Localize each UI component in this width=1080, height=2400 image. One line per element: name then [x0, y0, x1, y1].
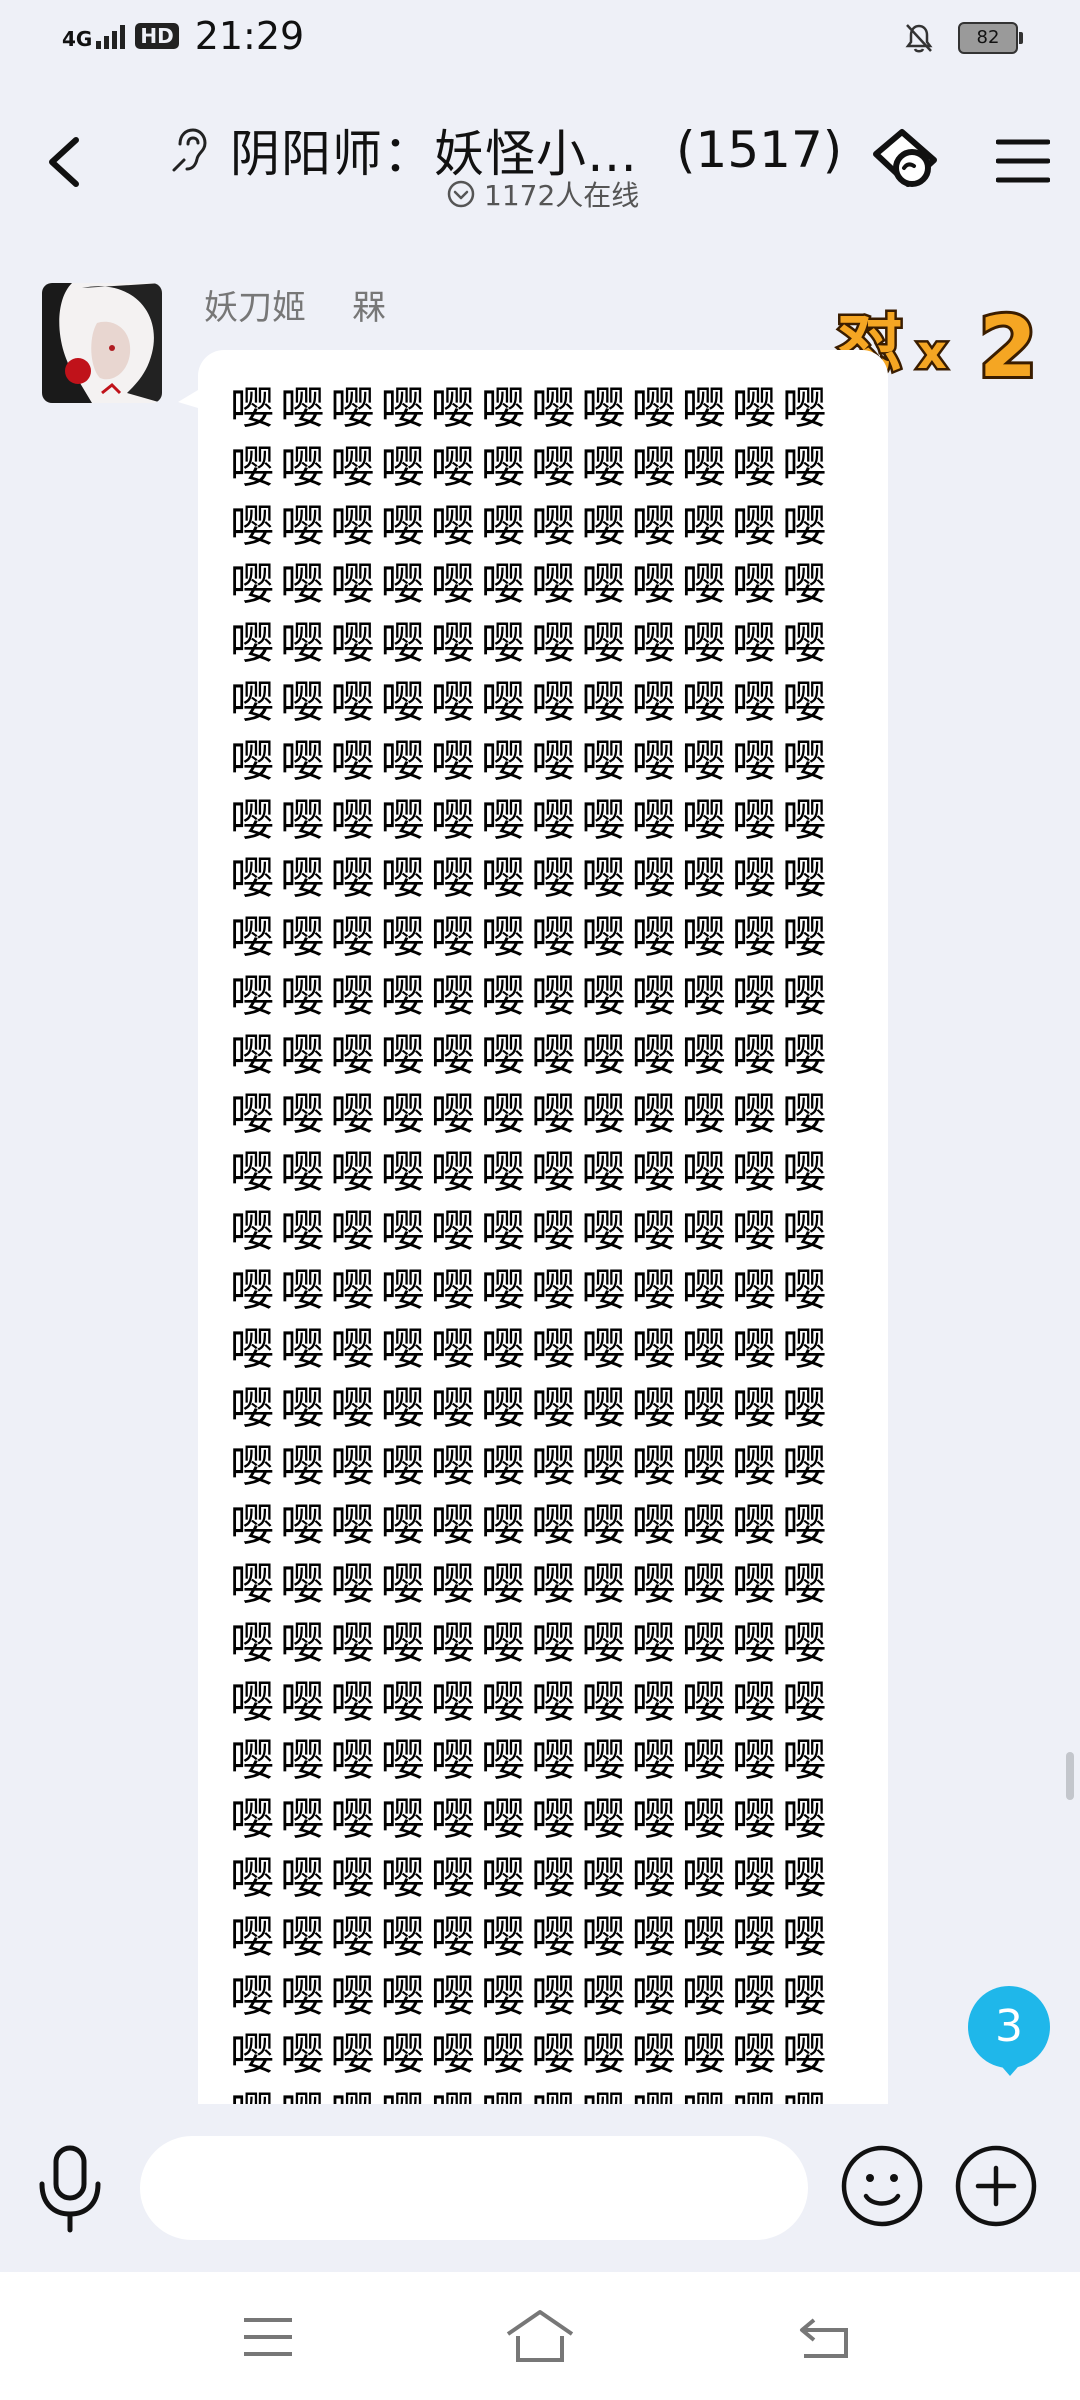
online-count: 1172人在线 — [484, 179, 640, 212]
bell-off-icon — [905, 24, 933, 53]
ear-icon — [172, 128, 207, 172]
online-status: 1172人在线 — [446, 174, 639, 214]
sender-info: 妖刀姬 槑 — [204, 280, 386, 329]
network-type: 4G — [62, 27, 93, 51]
mic-icon[interactable] — [34, 2144, 106, 2234]
nav-home-icon[interactable] — [504, 2306, 576, 2366]
back-icon[interactable] — [40, 132, 90, 192]
avatar-image — [42, 283, 162, 403]
chat-header: 阴阳师：妖怪小… (1517) 1172人在线 — [0, 84, 1080, 234]
input-bar — [0, 2104, 1080, 2274]
add-icon[interactable] — [954, 2144, 1038, 2228]
emoji-icon[interactable] — [840, 2144, 924, 2228]
badge-x: x — [917, 325, 947, 379]
status-bar: 4G HD 21:29 82 — [0, 0, 1080, 84]
message-bubble[interactable]: 嘤嘤嘤嘤嘤嘤嘤嘤嘤嘤嘤嘤嘤嘤嘤嘤嘤嘤嘤嘤嘤嘤嘤嘤嘤嘤嘤嘤嘤嘤嘤嘤嘤嘤嘤嘤嘤嘤嘤嘤… — [198, 350, 888, 2104]
check-circle-icon — [447, 180, 475, 208]
status-right: 82 — [904, 22, 1023, 54]
battery-level: 82 — [976, 27, 1000, 48]
signal-icon: 4G — [62, 23, 126, 51]
status-left: 4G HD 21:29 — [62, 14, 304, 58]
avatar[interactable] — [42, 283, 162, 403]
member-count: (1517) — [676, 121, 843, 179]
unread-badge-tail — [996, 2060, 1024, 2076]
system-nav-bar — [0, 2272, 1080, 2400]
scrollbar[interactable] — [1066, 1752, 1074, 1800]
message-input[interactable] — [140, 2136, 808, 2240]
menu-icon[interactable] — [996, 136, 1050, 186]
message-text: 嘤嘤嘤嘤嘤嘤嘤嘤嘤嘤嘤嘤嘤嘤嘤嘤嘤嘤嘤嘤嘤嘤嘤嘤嘤嘤嘤嘤嘤嘤嘤嘤嘤嘤嘤嘤嘤嘤嘤嘤… — [230, 383, 833, 2104]
sender-tag: 槑 — [352, 288, 386, 328]
unread-count-badge[interactable]: 3 — [968, 1986, 1050, 2068]
nav-menu-icon[interactable] — [240, 2312, 296, 2362]
clock: 21:29 — [194, 14, 305, 58]
battery-icon: 82 — [958, 22, 1023, 54]
badge-count: 2 — [979, 298, 1037, 394]
nav-back-icon[interactable] — [796, 2308, 852, 2364]
chat-bubble-icon[interactable] — [868, 124, 942, 198]
sender-name[interactable]: 妖刀姬 — [204, 280, 306, 329]
hd-badge: HD — [135, 23, 179, 49]
